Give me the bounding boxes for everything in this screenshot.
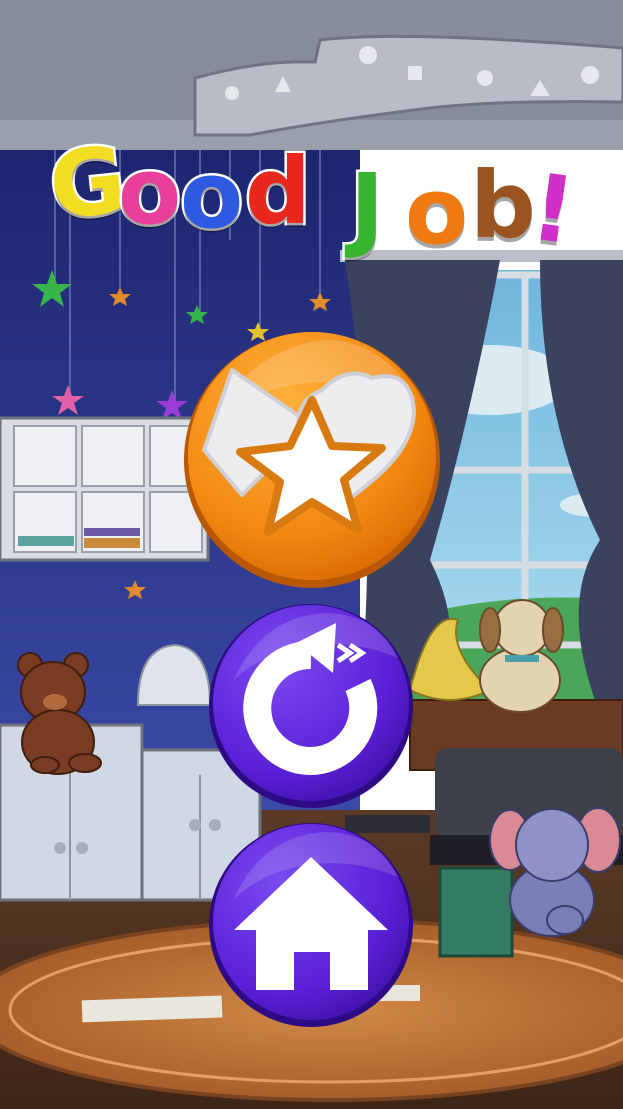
title-letter: o <box>402 158 470 265</box>
home-button[interactable] <box>208 822 414 1028</box>
title-letter: o <box>177 142 245 249</box>
shapes-icon <box>184 332 440 588</box>
title-letter: J <box>347 154 386 261</box>
title-letter: d <box>243 138 314 245</box>
good-job-title: G o o d J o b ! <box>42 124 590 268</box>
title-letter: b <box>468 152 539 259</box>
replay-button[interactable] <box>208 603 414 809</box>
title-letter: o <box>115 138 183 245</box>
shapes-button[interactable] <box>182 330 442 590</box>
home-icon <box>209 823 413 1027</box>
replay-icon <box>209 604 413 808</box>
